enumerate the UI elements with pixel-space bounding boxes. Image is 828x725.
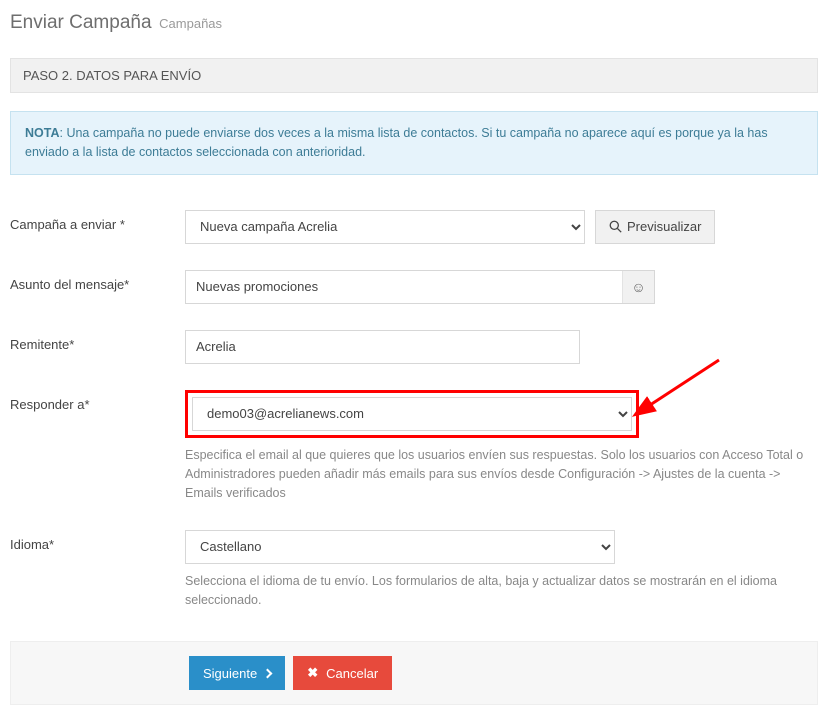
chevron-right-icon <box>263 668 273 678</box>
footer-bar: Siguiente ✖ Cancelar <box>10 641 818 705</box>
note-label: NOTA <box>25 126 60 140</box>
preview-button[interactable]: Previsualizar <box>595 210 715 244</box>
help-reply-to: Especifica el email al que quieres que l… <box>185 446 805 504</box>
breadcrumb: Campañas <box>159 16 222 31</box>
cancel-button[interactable]: ✖ Cancelar <box>293 656 392 690</box>
subject-input[interactable] <box>185 270 655 304</box>
smile-icon: ☺ <box>631 279 645 295</box>
row-reply-to: Responder a* demo03@acrelianews.com <box>10 377 818 517</box>
cancel-button-label: Cancelar <box>326 666 378 681</box>
preview-button-label: Previsualizar <box>627 219 701 234</box>
close-icon: ✖ <box>307 665 318 681</box>
label-subject: Asunto del mensaje* <box>10 270 185 292</box>
row-subject: Asunto del mensaje* ☺ <box>10 257 818 317</box>
row-sender: Remitente* <box>10 317 818 377</box>
page-header: Enviar Campaña Campañas <box>10 8 818 44</box>
label-language: Idioma* <box>10 530 185 552</box>
section-step-title: PASO 2. DATOS PARA ENVÍO <box>10 58 818 93</box>
label-reply-to: Responder a* <box>10 390 185 412</box>
campaign-select[interactable]: Nueva campaña Acrelia <box>185 210 585 244</box>
reply-to-select[interactable]: demo03@acrelianews.com <box>192 397 632 431</box>
label-sender: Remitente* <box>10 330 185 352</box>
label-campaign: Campaña a enviar * <box>10 210 185 232</box>
page-title: Enviar Campaña <box>10 12 152 33</box>
next-button[interactable]: Siguiente <box>189 656 285 690</box>
highlight-annotation: demo03@acrelianews.com <box>185 390 639 438</box>
zoom-icon <box>609 220 622 233</box>
note-box: NOTA: Una campaña no puede enviarse dos … <box>10 111 818 175</box>
sender-input[interactable] <box>185 330 580 364</box>
next-button-label: Siguiente <box>203 666 257 681</box>
row-language: Idioma* Castellano Selecciona el idioma … <box>10 517 818 624</box>
language-select[interactable]: Castellano <box>185 530 615 564</box>
help-language: Selecciona el idioma de tu envío. Los fo… <box>185 572 805 611</box>
emoji-button[interactable]: ☺ <box>622 271 654 303</box>
row-campaign: Campaña a enviar * Nueva campaña Acrelia… <box>10 197 818 257</box>
note-text: : Una campaña no puede enviarse dos vece… <box>25 126 768 159</box>
